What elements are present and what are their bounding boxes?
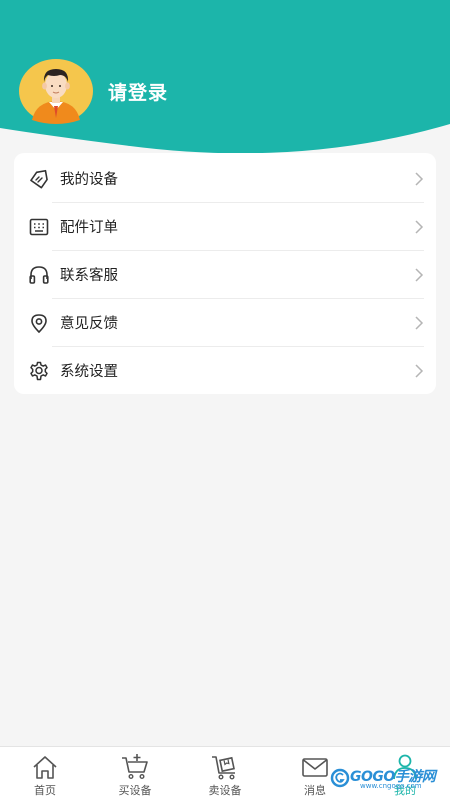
tab-mine[interactable]: 我的: [360, 747, 450, 800]
keyboard-icon: [29, 218, 49, 236]
tab-sell-equipment[interactable]: 卖设备: [180, 747, 270, 800]
tab-label: 买设备: [118, 784, 152, 797]
user-avatar-icon: [19, 59, 93, 124]
menu-item-label: 意见反馈: [60, 316, 118, 332]
chevron-right-icon: [415, 364, 424, 378]
location-pin-icon: [31, 314, 47, 334]
menu-item-label: 联系客服: [60, 268, 118, 284]
menu-item-label: 我的设备: [60, 172, 118, 188]
avatar[interactable]: [18, 58, 94, 124]
menu-item-system-settings[interactable]: 系统设置: [14, 347, 436, 395]
tab-label: 首页: [34, 784, 56, 797]
login-link[interactable]: 请登录: [108, 78, 168, 105]
chevron-right-icon: [415, 316, 424, 330]
menu-item-customer-service[interactable]: 联系客服: [14, 251, 436, 299]
chevron-right-icon: [415, 172, 424, 186]
home-icon: [33, 756, 57, 779]
menu-item-parts-orders[interactable]: 配件订单: [14, 203, 436, 251]
headphones-icon: [29, 266, 49, 284]
chevron-right-icon: [415, 220, 424, 234]
mail-icon: [302, 758, 328, 777]
cart-box-icon: [212, 756, 235, 780]
menu-item-label: 系统设置: [60, 364, 118, 380]
chevron-right-icon: [415, 268, 424, 282]
menu-card: 我的设备 配件订单 联系客服 意见反馈 系统设置: [14, 153, 436, 394]
tab-label: 卖设备: [208, 784, 242, 797]
person-icon: [393, 754, 417, 780]
profile-header: 请登录: [0, 0, 450, 170]
tab-buy-equipment[interactable]: 买设备: [90, 747, 180, 800]
tab-label: 我的: [394, 784, 416, 797]
tag-icon: [30, 169, 48, 189]
tab-messages[interactable]: 消息: [270, 747, 360, 800]
menu-item-my-devices[interactable]: 我的设备: [14, 155, 436, 203]
menu-item-label: 配件订单: [60, 220, 118, 236]
bottom-tab-bar: 首页 买设备 卖设备 消息 我的: [0, 746, 450, 800]
menu-item-feedback[interactable]: 意见反馈: [14, 299, 436, 347]
cart-plus-icon: [122, 754, 148, 780]
gear-icon: [30, 361, 48, 381]
tab-home[interactable]: 首页: [0, 747, 90, 800]
tab-label: 消息: [304, 784, 326, 797]
